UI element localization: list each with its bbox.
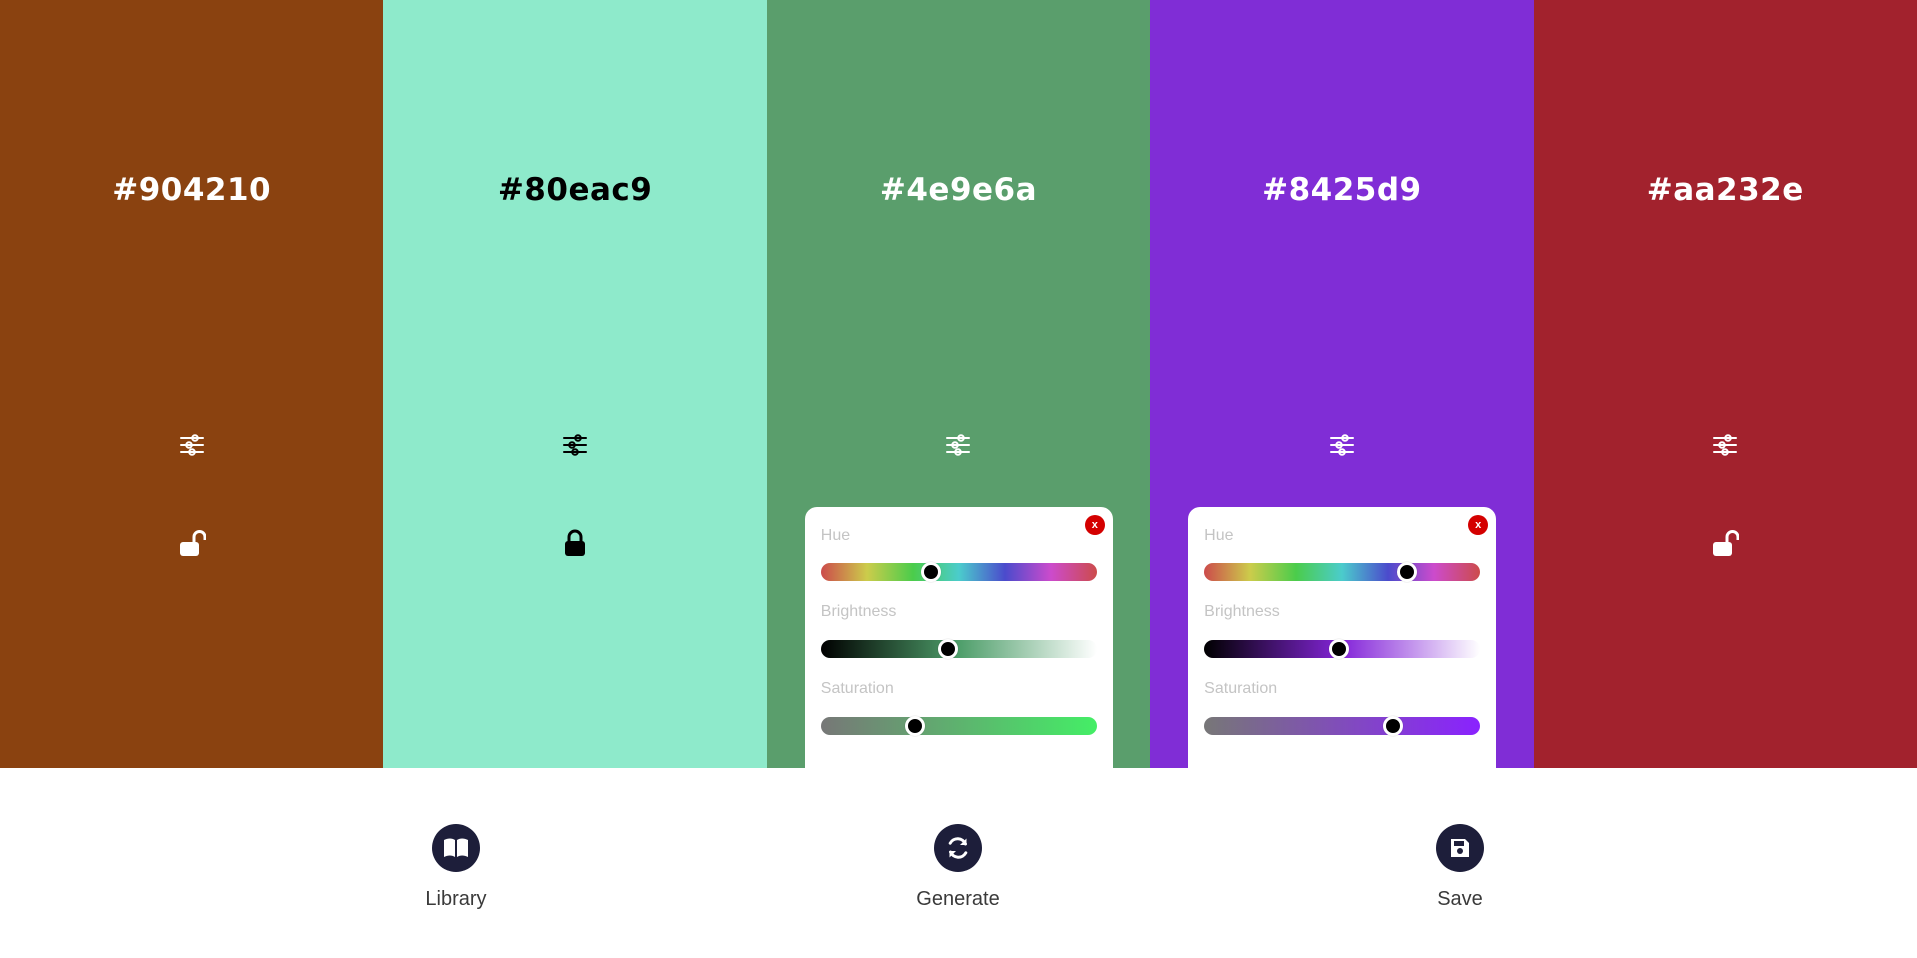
hue-slider-thumb[interactable] <box>921 562 942 582</box>
color-column[interactable]: #80eac9 <box>383 0 767 768</box>
saturation-slider[interactable] <box>1204 716 1481 736</box>
color-column[interactable]: #8425d9 x Hue Brightness Saturation <box>1150 0 1534 768</box>
refresh-icon <box>948 837 968 859</box>
adjust-button[interactable] <box>1327 430 1357 460</box>
sliders-panel: x Hue Brightness Saturation <box>1188 507 1497 768</box>
library-button[interactable] <box>432 824 480 872</box>
lock-icon <box>565 529 586 556</box>
sliders-icon <box>1713 434 1738 456</box>
color-column[interactable]: #904210 <box>0 0 384 768</box>
hue-label: Hue <box>820 527 851 544</box>
color-column[interactable]: #aa232e <box>1533 0 1917 768</box>
save-label: Save <box>1437 888 1483 910</box>
generate-panel: Generate <box>888 824 1028 911</box>
save-button[interactable] <box>1436 824 1484 872</box>
lock-button[interactable] <box>177 528 207 558</box>
lock-button[interactable] <box>1710 528 1740 558</box>
close-adjustment-button[interactable]: x <box>1468 515 1489 535</box>
hex-code[interactable]: #80eac9 <box>383 172 766 208</box>
saturation-slider[interactable] <box>820 716 1097 736</box>
hex-code[interactable]: #aa232e <box>1534 172 1917 208</box>
hue-label: Hue <box>1204 527 1234 544</box>
saturation-slider-thumb[interactable] <box>904 716 925 736</box>
sliders-panel: x Hue Brightness Saturation <box>804 507 1113 768</box>
brightness-slider[interactable] <box>820 639 1097 659</box>
close-adjustment-button[interactable]: x <box>1084 515 1105 535</box>
brightness-slider[interactable] <box>1204 639 1481 659</box>
brightness-slider-thumb[interactable] <box>1329 639 1350 659</box>
generate-label: Generate <box>916 888 1000 910</box>
adjust-button[interactable] <box>560 430 590 460</box>
saturation-label: Saturation <box>1204 680 1278 697</box>
library-panel: Library <box>386 824 526 911</box>
generate-button[interactable] <box>934 824 982 872</box>
sliders-icon <box>179 434 204 456</box>
sliders-icon <box>1329 434 1354 456</box>
brightness-label: Brightness <box>820 603 897 620</box>
save-icon <box>1451 839 1469 857</box>
hue-slider[interactable] <box>820 562 1097 582</box>
adjust-button[interactable] <box>1710 430 1740 460</box>
palette: #904210 #80eac9 #4e9e6a x Hue Brightness Satur… <box>0 0 1917 768</box>
library-label: Library <box>425 888 487 910</box>
brightness-slider-thumb[interactable] <box>937 639 958 659</box>
save-panel: Save <box>1390 824 1530 911</box>
footer-panel: Library Generate Save <box>0 768 1917 958</box>
brightness-label: Brightness <box>1204 603 1280 620</box>
saturation-slider-thumb[interactable] <box>1383 716 1404 736</box>
adjust-button[interactable] <box>943 430 973 460</box>
color-column[interactable]: #4e9e6a x Hue Brightness Saturation <box>766 0 1151 768</box>
sliders-icon <box>563 434 588 456</box>
hex-code[interactable]: #904210 <box>0 172 383 208</box>
book-open-icon <box>444 838 468 857</box>
adjust-button[interactable] <box>177 430 207 460</box>
hex-code[interactable]: #8425d9 <box>1150 172 1533 208</box>
hue-slider[interactable] <box>1204 562 1481 582</box>
unlock-icon <box>1713 530 1740 556</box>
unlock-icon <box>179 530 206 556</box>
saturation-label: Saturation <box>820 680 894 697</box>
sliders-icon <box>946 434 971 456</box>
lock-button[interactable] <box>560 528 590 558</box>
hex-code[interactable]: #4e9e6a <box>767 172 1150 208</box>
hue-slider-thumb[interactable] <box>1397 562 1418 582</box>
